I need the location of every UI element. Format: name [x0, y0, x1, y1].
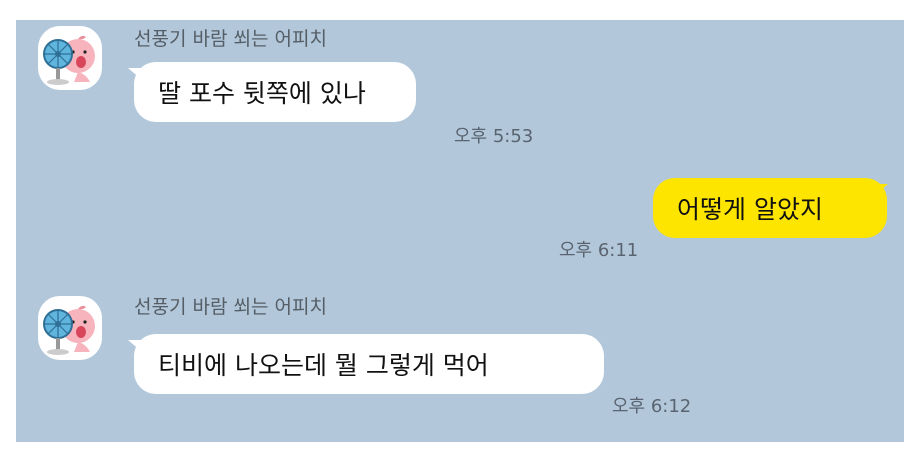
apeach-fan-avatar-icon[interactable]	[38, 26, 102, 90]
message-bubble[interactable]: 티비에 나오는데 뭘 그렇게 먹어	[134, 334, 604, 394]
message-bubble[interactable]: 어떻게 알았지	[653, 178, 887, 238]
apeach-fan-avatar-icon[interactable]	[38, 296, 102, 360]
sender-name: 선풍기 바람 쐬는 어피치	[134, 296, 327, 318]
sender-name: 선풍기 바람 쐬는 어피치	[134, 28, 327, 50]
message-timestamp: 오후 6:12	[612, 396, 692, 417]
message-timestamp: 오후 5:53	[454, 126, 534, 147]
message-bubble[interactable]: 딸 포수 뒷쪽에 있나	[134, 62, 416, 122]
message-timestamp: 오후 6:11	[559, 240, 639, 261]
chat-room[interactable]: 선풍기 바람 쐬는 어피치 딸 포수 뒷쪽에 있나 오후 5:53 어떻게 알았…	[16, 20, 904, 442]
